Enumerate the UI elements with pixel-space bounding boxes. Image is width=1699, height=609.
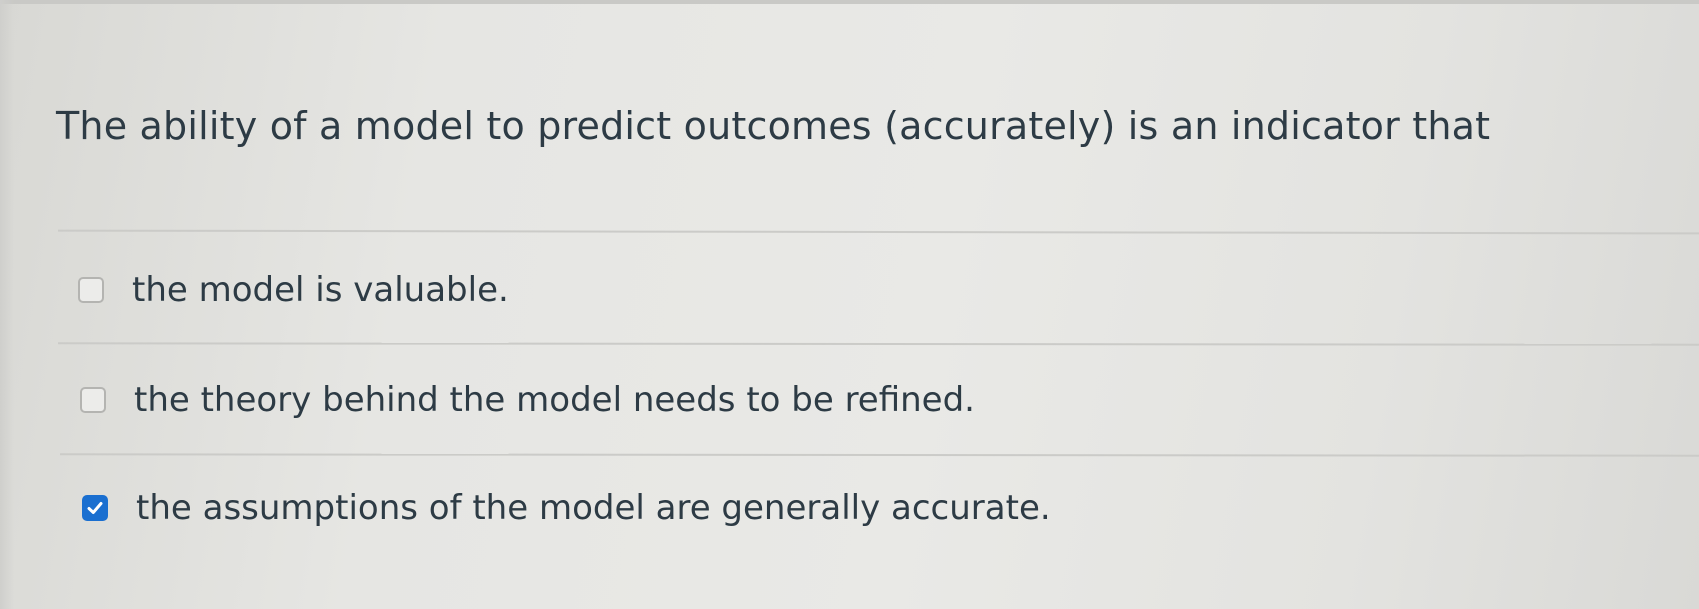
answer-option-1[interactable]: the model is valuable. — [78, 270, 509, 310]
check-icon — [87, 502, 103, 514]
answer-label-2: the theory behind the model needs to be … — [134, 380, 975, 420]
answer-divider — [57, 229, 1699, 235]
answer-divider — [59, 453, 1699, 457]
answer-divider — [57, 342, 1699, 346]
answer-option-3[interactable]: the assumptions of the model are general… — [82, 488, 1051, 528]
answer-option-2[interactable]: the theory behind the model needs to be … — [80, 380, 975, 420]
answer-checkbox-1[interactable] — [78, 277, 104, 303]
question-text: The ability of a model to predict outcom… — [56, 104, 1491, 148]
answer-label-3: the assumptions of the model are general… — [136, 488, 1051, 528]
top-divider — [0, 0, 1699, 4]
answer-label-1: the model is valuable. — [132, 270, 509, 310]
answer-checkbox-2[interactable] — [80, 387, 106, 413]
quiz-page: The ability of a model to predict outcom… — [0, 0, 1699, 609]
left-edge-shade — [0, 0, 14, 609]
answer-checkbox-3[interactable] — [82, 495, 108, 521]
